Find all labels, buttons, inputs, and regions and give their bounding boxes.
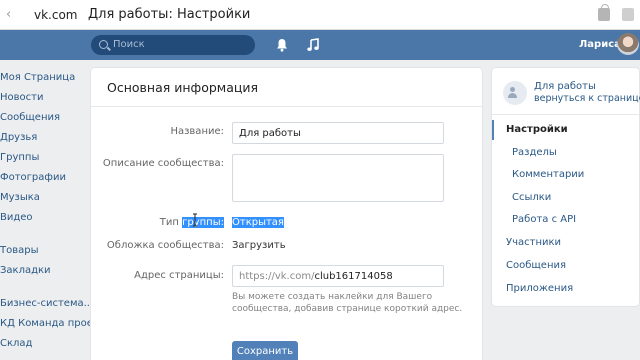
extension-icon[interactable] bbox=[622, 8, 634, 21]
lock-icon[interactable] bbox=[598, 4, 610, 21]
name-field[interactable]: Для работы bbox=[232, 122, 444, 144]
sidebar-item-video[interactable]: Видео bbox=[0, 210, 33, 226]
back-arrow-icon[interactable]: ‹ bbox=[6, 7, 20, 23]
address-label: Адрес страницы: bbox=[134, 270, 224, 281]
address-hint: Вы можете создать наклейки для Вашего со… bbox=[232, 292, 463, 314]
sidebar-item-friends[interactable]: Друзья bbox=[0, 130, 37, 146]
sidebar-item-messages[interactable]: Сообщения bbox=[0, 110, 60, 126]
text-cursor-icon bbox=[193, 213, 197, 227]
menu-item-messages[interactable]: Сообщения bbox=[506, 259, 566, 273]
page-title-in-bar: Для работы: Настройки bbox=[88, 7, 251, 22]
group-type-label-selected: группы: bbox=[182, 217, 224, 228]
group-icon[interactable] bbox=[503, 81, 527, 105]
sidebar-item-groups[interactable]: Группы bbox=[0, 150, 39, 166]
address-prefix: https://vk.com/ bbox=[239, 271, 315, 282]
divider bbox=[492, 114, 639, 115]
browser-address-bar: ‹ vk.com Для работы: Настройки bbox=[0, 0, 640, 30]
sidebar-item-bookmarks[interactable]: Закладки bbox=[0, 263, 51, 279]
address-value[interactable]: club161714058 bbox=[314, 271, 392, 282]
avatar[interactable] bbox=[617, 33, 639, 55]
settings-card: Основная информация Название: Для работы… bbox=[91, 68, 482, 360]
description-label: Описание сообщества: bbox=[102, 158, 224, 169]
active-indicator bbox=[492, 120, 494, 140]
menu-item-links[interactable]: Ссылки bbox=[512, 191, 551, 205]
section-title: Основная информация bbox=[107, 80, 259, 95]
description-field[interactable] bbox=[232, 154, 444, 202]
url-host[interactable]: vk.com bbox=[34, 7, 78, 23]
upload-cover-link[interactable]: Загрузить bbox=[232, 239, 286, 253]
settings-menu: Для работы вернуться к странице Настройк… bbox=[492, 68, 640, 306]
menu-item-settings[interactable]: Настройки bbox=[506, 123, 568, 137]
sidebar-item-photos[interactable]: Фотографии bbox=[0, 170, 66, 186]
menu-item-members[interactable]: Участники bbox=[506, 236, 561, 250]
divider bbox=[91, 106, 482, 107]
sidebar-item-business-system[interactable]: Бизнес-система... bbox=[0, 296, 93, 312]
group-name-link[interactable]: Для работы bbox=[534, 81, 596, 93]
back-to-page-link[interactable]: вернуться к странице bbox=[534, 93, 640, 105]
sidebar-item-warehouse[interactable]: Склад bbox=[0, 336, 32, 352]
group-type-value[interactable]: Открытая bbox=[232, 216, 284, 230]
address-field[interactable]: https://vk.com/club161714058 bbox=[232, 265, 444, 287]
user-name[interactable]: Лариса bbox=[579, 38, 621, 52]
menu-item-sections[interactable]: Разделы bbox=[512, 146, 557, 160]
site-header: Поиск Лариса bbox=[0, 30, 640, 60]
search-placeholder: Поиск bbox=[113, 39, 145, 50]
group-type-label-start: Тип bbox=[159, 217, 183, 228]
sidebar-item-music[interactable]: Музыка bbox=[0, 190, 40, 206]
bell-icon[interactable] bbox=[276, 38, 288, 52]
group-type-value-text[interactable]: Открытая bbox=[232, 217, 284, 228]
search-icon bbox=[99, 40, 108, 49]
search-input[interactable]: Поиск bbox=[91, 35, 255, 55]
menu-item-apps[interactable]: Приложения bbox=[506, 282, 573, 296]
sidebar-item-goods[interactable]: Товары bbox=[0, 243, 39, 259]
sidebar-item-my-page[interactable]: Моя Страница bbox=[0, 70, 75, 86]
cover-label: Обложка сообщества: bbox=[106, 240, 224, 251]
menu-item-comments[interactable]: Комментарии bbox=[512, 168, 584, 182]
menu-item-api[interactable]: Работа с API bbox=[512, 213, 576, 227]
save-button[interactable]: Сохранить bbox=[232, 341, 298, 360]
name-label: Название: bbox=[170, 126, 224, 137]
sidebar-item-news[interactable]: Новости bbox=[0, 90, 43, 106]
music-icon[interactable] bbox=[306, 38, 320, 52]
